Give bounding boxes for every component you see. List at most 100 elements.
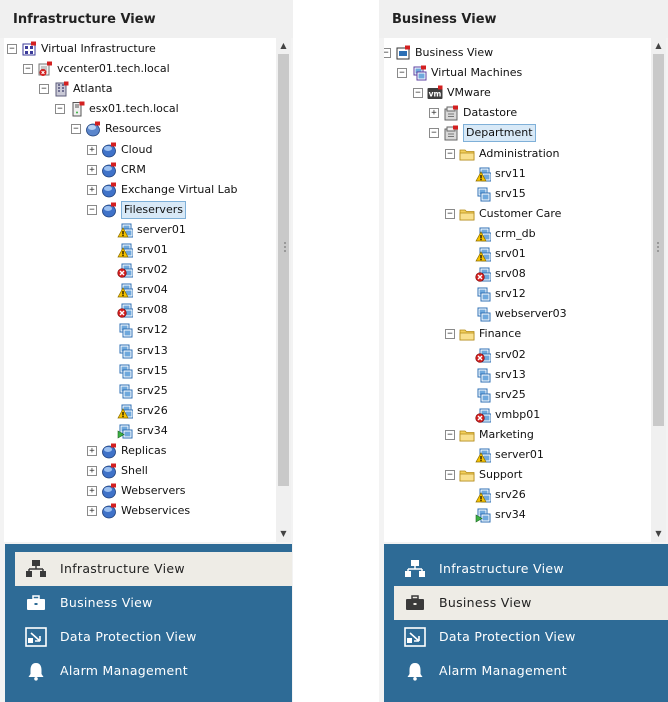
scroll-down-arrow-icon[interactable]: ▼ [277, 527, 290, 540]
expand-icon[interactable]: + [87, 466, 97, 477]
nav-data-protection-view[interactable]: Data Protection View [394, 620, 668, 654]
tree-node-label[interactable]: Cloud [121, 140, 152, 160]
tree-node-label[interactable]: srv34 [495, 505, 526, 525]
expand-icon[interactable]: + [87, 446, 97, 456]
tree-node[interactable]: srv02 [4, 260, 276, 280]
tree-node-label[interactable]: srv25 [137, 381, 168, 401]
tree-node-label[interactable]: Resources [105, 119, 161, 139]
collapse-icon[interactable]: − [445, 429, 455, 440]
collapse-icon[interactable]: − [39, 84, 49, 95]
tree-node[interactable]: srv13 [384, 365, 651, 385]
tree-node-label[interactable]: Datastore [463, 103, 517, 123]
tree-node-label[interactable]: srv34 [137, 421, 168, 441]
scroll-up-arrow-icon[interactable]: ▲ [652, 39, 665, 52]
nav-business-view[interactable]: Business View [394, 586, 668, 620]
tree-node[interactable]: srv15 [4, 361, 276, 381]
tree-node[interactable]: srv04 [4, 280, 276, 300]
tree-node[interactable]: + Datastore [384, 103, 651, 123]
vertical-scrollbar[interactable]: ▲ ▼ [651, 38, 666, 542]
tree-node[interactable]: srv08 [4, 300, 276, 320]
tree-node[interactable]: − Atlanta [4, 79, 276, 99]
tree-node-label[interactable]: srv15 [137, 361, 168, 381]
tree-node-label[interactable]: srv13 [495, 365, 526, 385]
tree-node-label[interactable]: Department [463, 124, 536, 143]
tree-node[interactable]: − Virtual Machines [384, 63, 651, 83]
tree-node[interactable]: srv25 [384, 385, 651, 405]
tree-node[interactable]: webserver03 [384, 304, 651, 324]
collapse-icon[interactable]: − [23, 64, 33, 75]
tree-node-label[interactable]: Exchange Virtual Lab [121, 180, 238, 200]
tree-node[interactable]: srv01 [384, 244, 651, 264]
tree-node[interactable]: server01 [384, 445, 651, 465]
tree-node[interactable]: − Support [384, 465, 651, 485]
tree-node[interactable]: srv15 [384, 184, 651, 204]
tree-node[interactable]: − Marketing [384, 425, 651, 445]
tree-node[interactable]: − Finance [384, 324, 651, 344]
nav-alarm-management[interactable]: Alarm Management [15, 654, 292, 688]
tree-node-label[interactable]: srv15 [495, 184, 526, 204]
tree-node[interactable]: srv02 [384, 345, 651, 365]
collapse-icon[interactable]: − [445, 208, 455, 219]
tree-node-label[interactable]: vcenter01.tech.local [57, 59, 170, 79]
tree-node-label[interactable]: Virtual Machines [431, 63, 522, 83]
collapse-icon[interactable]: − [413, 88, 423, 99]
tree-node-label[interactable]: Customer Care [479, 204, 561, 224]
tree-node-label[interactable]: Webservices [121, 501, 190, 521]
expand-icon[interactable]: + [429, 108, 439, 119]
tree-node[interactable]: + Webservices [4, 501, 276, 521]
tree-node-label[interactable]: server01 [495, 445, 544, 465]
collapse-icon[interactable]: − [429, 128, 439, 139]
tree-node[interactable]: + Exchange Virtual Lab [4, 180, 276, 200]
infrastructure-tree[interactable]: − Virtual Infrastructure − vcenter01.tech.l… [4, 38, 276, 542]
tree-node[interactable]: srv26 [384, 485, 651, 505]
nav-business-view[interactable]: Business View [15, 586, 292, 620]
tree-node[interactable]: + Replicas [4, 441, 276, 461]
tree-node-label[interactable]: srv02 [137, 260, 168, 280]
vertical-scrollbar[interactable]: ▲ ▼ [276, 38, 291, 542]
tree-node[interactable]: − Virtual Infrastructure [4, 39, 276, 59]
scrollbar-thumb[interactable] [278, 54, 289, 486]
tree-node[interactable]: srv08 [384, 264, 651, 284]
tree-node-label[interactable]: Business View [415, 43, 493, 63]
tree-node[interactable]: srv13 [4, 341, 276, 361]
tree-node-label[interactable]: srv08 [137, 300, 168, 320]
tree-node[interactable]: − Customer Care [384, 204, 651, 224]
tree-node-label[interactable]: server01 [137, 220, 186, 240]
tree-node[interactable]: srv34 [384, 505, 651, 525]
scroll-up-arrow-icon[interactable]: ▲ [277, 39, 290, 52]
tree-node-label[interactable]: Finance [479, 324, 521, 344]
tree-node-label[interactable]: srv11 [495, 164, 526, 184]
tree-node[interactable]: − vcenter01.tech.local [4, 59, 276, 79]
tree-node-label[interactable]: Support [479, 465, 522, 485]
tree-node-label[interactable]: srv26 [495, 485, 526, 505]
tree-node[interactable]: srv01 [4, 240, 276, 260]
expand-icon[interactable]: + [87, 486, 97, 497]
tree-node-label[interactable]: srv08 [495, 264, 526, 284]
expand-icon[interactable]: + [87, 144, 97, 155]
tree-node-label[interactable]: Shell [121, 461, 148, 481]
tree-node[interactable]: srv25 [4, 381, 276, 401]
expand-icon[interactable]: + [87, 184, 97, 195]
tree-node-label[interactable]: srv12 [495, 284, 526, 304]
collapse-icon[interactable]: − [7, 44, 17, 54]
tree-node-label[interactable]: Replicas [121, 441, 167, 461]
tree-node-label[interactable]: webserver03 [495, 304, 567, 324]
tree-node-label[interactable]: srv04 [137, 280, 168, 300]
expand-icon[interactable]: + [87, 506, 97, 517]
collapse-icon[interactable]: − [445, 470, 455, 481]
tree-node[interactable]: srv12 [4, 320, 276, 340]
collapse-icon[interactable]: − [384, 48, 391, 58]
collapse-icon[interactable]: − [55, 104, 65, 115]
tree-node[interactable]: srv12 [384, 284, 651, 304]
tree-node-label[interactable]: esx01.tech.local [89, 99, 179, 119]
tree-node[interactable]: + Shell [4, 461, 276, 481]
tree-node-label[interactable]: srv01 [137, 240, 168, 260]
tree-node-label[interactable]: Marketing [479, 425, 534, 445]
tree-node-label[interactable]: srv13 [137, 341, 168, 361]
collapse-icon[interactable]: − [87, 204, 97, 215]
tree-node-label[interactable]: srv01 [495, 244, 526, 264]
tree-node[interactable]: + Cloud [4, 140, 276, 160]
tree-node-label[interactable]: crm_db [495, 224, 536, 244]
tree-node-label[interactable]: Atlanta [73, 79, 112, 99]
splitter-grip-icon[interactable] [283, 240, 287, 270]
